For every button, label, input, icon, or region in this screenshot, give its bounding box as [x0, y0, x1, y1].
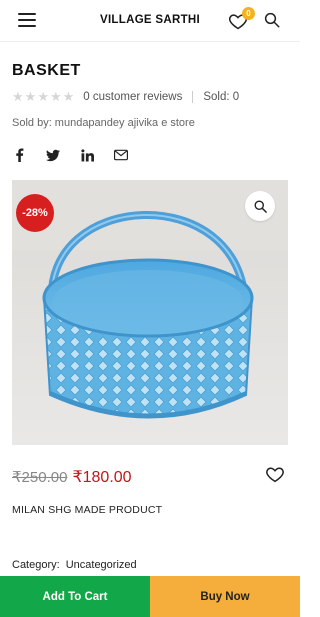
star-icon: ★: [49, 89, 62, 104]
twitter-icon[interactable]: [46, 148, 60, 162]
facebook-icon[interactable]: [12, 148, 26, 162]
bottom-action-bar: Add To Cart Buy Now: [0, 576, 300, 617]
product-category: Category: Uncategorized: [12, 559, 137, 571]
product-title: BASKET: [12, 62, 81, 79]
basket-illustration: [12, 180, 288, 445]
category-label: Category:: [12, 559, 60, 571]
wishlist-count-badge: 0: [242, 7, 255, 20]
sale-price: ₹180.00: [72, 469, 132, 486]
divider: [192, 91, 194, 103]
email-icon[interactable]: [114, 148, 128, 162]
product-short-description: MILAN SHG MADE PRODUCT: [12, 504, 163, 516]
buy-now-button[interactable]: Buy Now: [150, 576, 300, 617]
site-logo[interactable]: VILLAGE SARTHI: [0, 14, 300, 26]
customer-reviews-link[interactable]: 0 customer reviews: [83, 91, 182, 103]
star-icon: ★: [24, 89, 37, 104]
add-to-wishlist-heart-icon[interactable]: [265, 465, 285, 483]
top-header: VILLAGE SARTHI 0: [0, 0, 300, 42]
share-icons: [12, 148, 148, 162]
original-price: ₹250.00: [12, 469, 68, 486]
star-icon: ★: [12, 89, 24, 104]
sold-count: Sold: 0: [203, 91, 240, 103]
price-row: ₹250.00 ₹180.00: [12, 467, 132, 487]
star-rating: ★ ★ ★ ★ ★: [12, 90, 75, 104]
star-icon: ★: [62, 89, 75, 104]
linkedin-icon[interactable]: [80, 148, 94, 162]
product-image[interactable]: [12, 180, 288, 445]
add-to-cart-button[interactable]: Add To Cart: [0, 576, 150, 617]
zoom-button[interactable]: [245, 191, 275, 221]
star-icon: ★: [37, 89, 49, 104]
rating-row: ★ ★ ★ ★ ★ 0 customer reviews Sold: 0: [12, 90, 239, 104]
seller-info[interactable]: Sold by: mundapandey ajivika e store: [12, 117, 195, 129]
magnifier-icon: [254, 200, 267, 213]
discount-badge: -28%: [16, 194, 54, 232]
search-icon[interactable]: [263, 11, 281, 29]
category-link[interactable]: Uncategorized: [66, 559, 137, 571]
